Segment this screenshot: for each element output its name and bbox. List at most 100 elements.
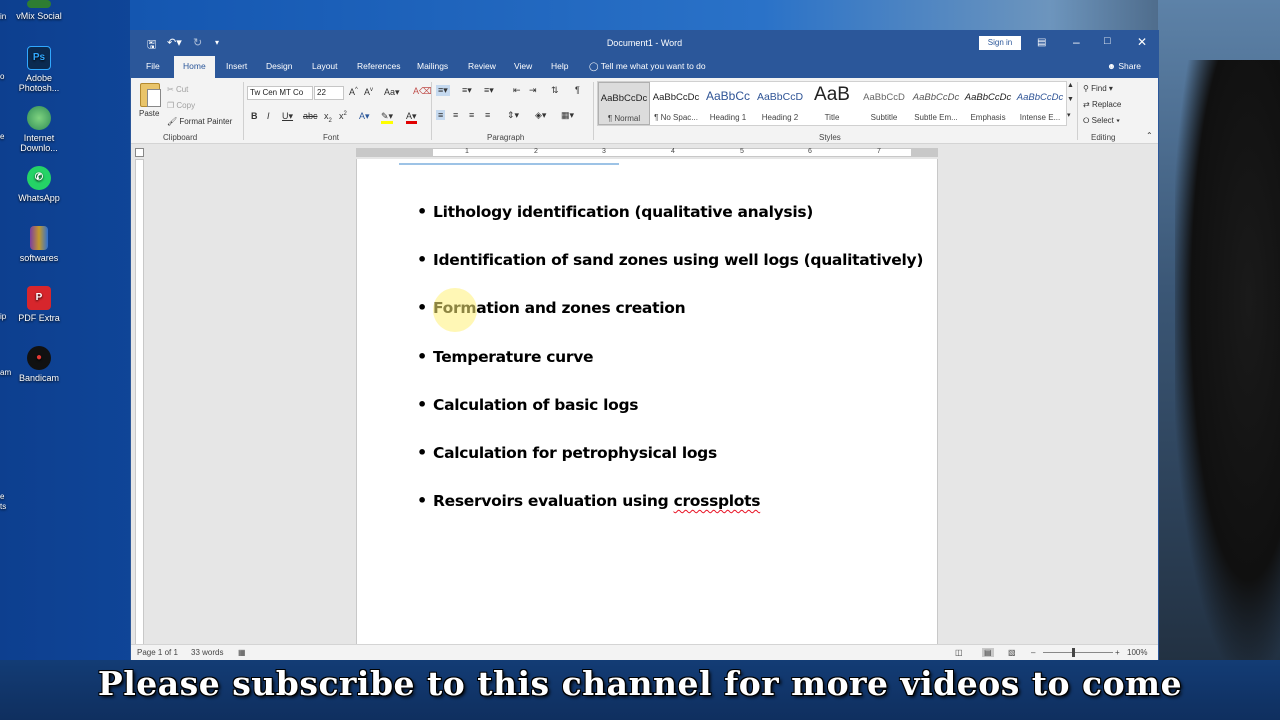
desktop-icon-bandicam[interactable]: ● Bandicam: [12, 346, 66, 383]
tab-home[interactable]: Home: [174, 56, 215, 78]
align-right-icon[interactable]: ≡: [469, 110, 474, 120]
tab-selector[interactable]: [135, 148, 144, 157]
tab-mailings[interactable]: Mailings: [417, 61, 448, 71]
tab-file[interactable]: File: [146, 61, 160, 71]
proofing-icon[interactable]: ▦: [238, 648, 246, 657]
superscript-icon[interactable]: x2: [339, 111, 347, 121]
tell-me-box[interactable]: ◯ Tell me what you want to do: [589, 61, 706, 72]
desktop-icon-whatsapp[interactable]: ✆ WhatsApp: [12, 166, 66, 203]
shading-icon[interactable]: ◈▾: [535, 110, 546, 121]
subscript-icon[interactable]: x2: [324, 111, 332, 124]
list-item[interactable]: Identification of sand zones using well …: [417, 250, 923, 299]
word-count[interactable]: 33 words: [191, 648, 223, 657]
list-item[interactable]: Lithology identification (qualitative an…: [417, 202, 923, 251]
person-icon: ☻: [1107, 61, 1116, 71]
tab-view[interactable]: View: [514, 61, 532, 71]
font-name-combo[interactable]: Tw Cen MT Co: [247, 86, 313, 100]
zoom-out-icon[interactable]: –: [1031, 648, 1035, 657]
style-heading-1[interactable]: AaBbCc Heading 1: [702, 82, 754, 125]
desktop-icon-pdf-extra[interactable]: P PDF Extra: [12, 286, 66, 323]
tab-insert[interactable]: Insert: [226, 61, 247, 71]
increase-indent-icon[interactable]: ⇥: [529, 85, 537, 96]
collapse-ribbon-icon[interactable]: ⌃: [1146, 131, 1153, 140]
read-mode-icon[interactable]: ◫: [955, 648, 963, 657]
select-button[interactable]: ⭘ Select ▾: [1083, 116, 1120, 126]
style-emphasis[interactable]: AaBbCcDc Emphasis: [962, 82, 1014, 125]
bullets-icon[interactable]: ≡▾: [436, 85, 450, 96]
line-spacing-icon[interactable]: ⇕▾: [507, 110, 519, 121]
document-page[interactable]: Lithology identification (qualitative an…: [356, 159, 938, 645]
list-item[interactable]: Temperature curve: [417, 347, 923, 396]
find-button[interactable]: ⚲ Find ▾: [1083, 84, 1113, 93]
styles-scroll-down-icon[interactable]: ▼: [1067, 96, 1074, 103]
close-icon[interactable]: ✕: [1137, 35, 1147, 49]
style-heading-2[interactable]: AaBbCcD Heading 2: [754, 82, 806, 125]
clear-formatting-icon[interactable]: A⌫: [413, 86, 432, 97]
underline-icon[interactable]: U▾: [282, 111, 293, 122]
copy-button[interactable]: ❐ Copy: [167, 101, 195, 110]
strikethrough-icon[interactable]: abc: [303, 111, 318, 121]
list-item[interactable]: Calculation for petrophysical logs: [417, 443, 923, 492]
multilevel-list-icon[interactable]: ≡▾: [484, 85, 494, 96]
horizontal-ruler[interactable]: 1 2 3 4 5 6 7: [356, 148, 938, 157]
paste-button[interactable]: Paste: [139, 109, 159, 118]
align-left-icon[interactable]: ≡: [436, 110, 446, 120]
grow-font-icon[interactable]: A^: [349, 87, 358, 97]
format-painter-button[interactable]: 🖌 Format Painter: [167, 117, 232, 126]
style-no-spacing[interactable]: AaBbCcDc ¶ No Spac...: [650, 82, 702, 125]
zoom-slider-thumb[interactable]: [1072, 648, 1075, 657]
numbering-icon[interactable]: ≡▾: [462, 85, 472, 96]
style-normal[interactable]: AaBbCcDc ¶ Normal: [598, 82, 650, 125]
font-color-icon[interactable]: A▾: [406, 111, 417, 124]
style-name: Heading 1: [709, 113, 747, 122]
desktop-icon-idm[interactable]: Internet Downlo...: [12, 106, 66, 153]
brush-icon: 🖌: [167, 117, 178, 126]
zoom-in-icon[interactable]: +: [1115, 648, 1120, 657]
list-item[interactable]: Formation and zones creation: [417, 298, 923, 347]
replace-button[interactable]: ⇄ Replace: [1083, 100, 1121, 109]
maximize-icon[interactable]: □: [1104, 35, 1111, 47]
font-size-combo[interactable]: 22: [314, 86, 344, 100]
styles-scroll-up-icon[interactable]: ▲: [1067, 82, 1074, 89]
decrease-indent-icon[interactable]: ⇤: [513, 85, 521, 96]
tab-references[interactable]: References: [357, 61, 400, 71]
zoom-level[interactable]: 100%: [1127, 648, 1147, 657]
share-button[interactable]: ☻ Share: [1107, 61, 1141, 71]
style-intense-emphasis[interactable]: AaBbCcDc Intense E...: [1014, 82, 1066, 125]
paste-icon[interactable]: [140, 83, 161, 107]
minimize-icon[interactable]: –: [1073, 35, 1080, 49]
italic-icon[interactable]: I: [267, 111, 270, 121]
ribbon-display-options-icon[interactable]: ▤: [1037, 37, 1046, 48]
cut-button[interactable]: ✂ Cut: [167, 85, 188, 94]
tab-review[interactable]: Review: [468, 61, 496, 71]
style-subtle-emphasis[interactable]: AaBbCcDc Subtle Em...: [910, 82, 962, 125]
desktop-icon-softwares[interactable]: softwares: [12, 226, 66, 263]
text-effects-icon[interactable]: A▾: [359, 111, 370, 122]
change-case-icon[interactable]: Aa▾: [384, 87, 400, 98]
sign-in-button[interactable]: Sign in: [979, 36, 1021, 50]
list-item[interactable]: Reservoirs evaluation using crossplots: [417, 491, 923, 540]
style-title[interactable]: AaB Title: [806, 82, 858, 125]
borders-icon[interactable]: ▦▾: [561, 110, 574, 121]
bold-icon[interactable]: B: [251, 111, 258, 121]
print-layout-icon[interactable]: ▤: [982, 648, 994, 657]
sort-icon[interactable]: ⇅: [551, 85, 559, 96]
desktop-icon-vmix[interactable]: vMix Social: [12, 0, 66, 21]
highlight-color-icon[interactable]: ✎▾: [381, 111, 394, 124]
tab-help[interactable]: Help: [551, 61, 568, 71]
tab-design[interactable]: Design: [266, 61, 292, 71]
desktop-icon-photoshop[interactable]: Ps Adobe Photosh...: [12, 46, 66, 93]
shrink-font-icon[interactable]: Av: [364, 87, 373, 97]
style-subtitle[interactable]: AaBbCcD Subtitle: [858, 82, 910, 125]
vertical-ruler[interactable]: [135, 159, 144, 647]
web-layout-icon[interactable]: ▧: [1008, 648, 1016, 657]
align-center-icon[interactable]: ≡: [453, 110, 458, 120]
tab-layout[interactable]: Layout: [312, 61, 338, 71]
page-count[interactable]: Page 1 of 1: [137, 648, 178, 657]
misspelled-word[interactable]: crossplots: [674, 492, 761, 510]
justify-icon[interactable]: ≡: [485, 110, 490, 120]
list-item[interactable]: Calculation of basic logs: [417, 395, 923, 444]
styles-more-icon[interactable]: ▾: [1067, 111, 1071, 119]
show-hide-icon[interactable]: ¶: [575, 85, 580, 95]
zoom-slider[interactable]: [1043, 652, 1113, 653]
